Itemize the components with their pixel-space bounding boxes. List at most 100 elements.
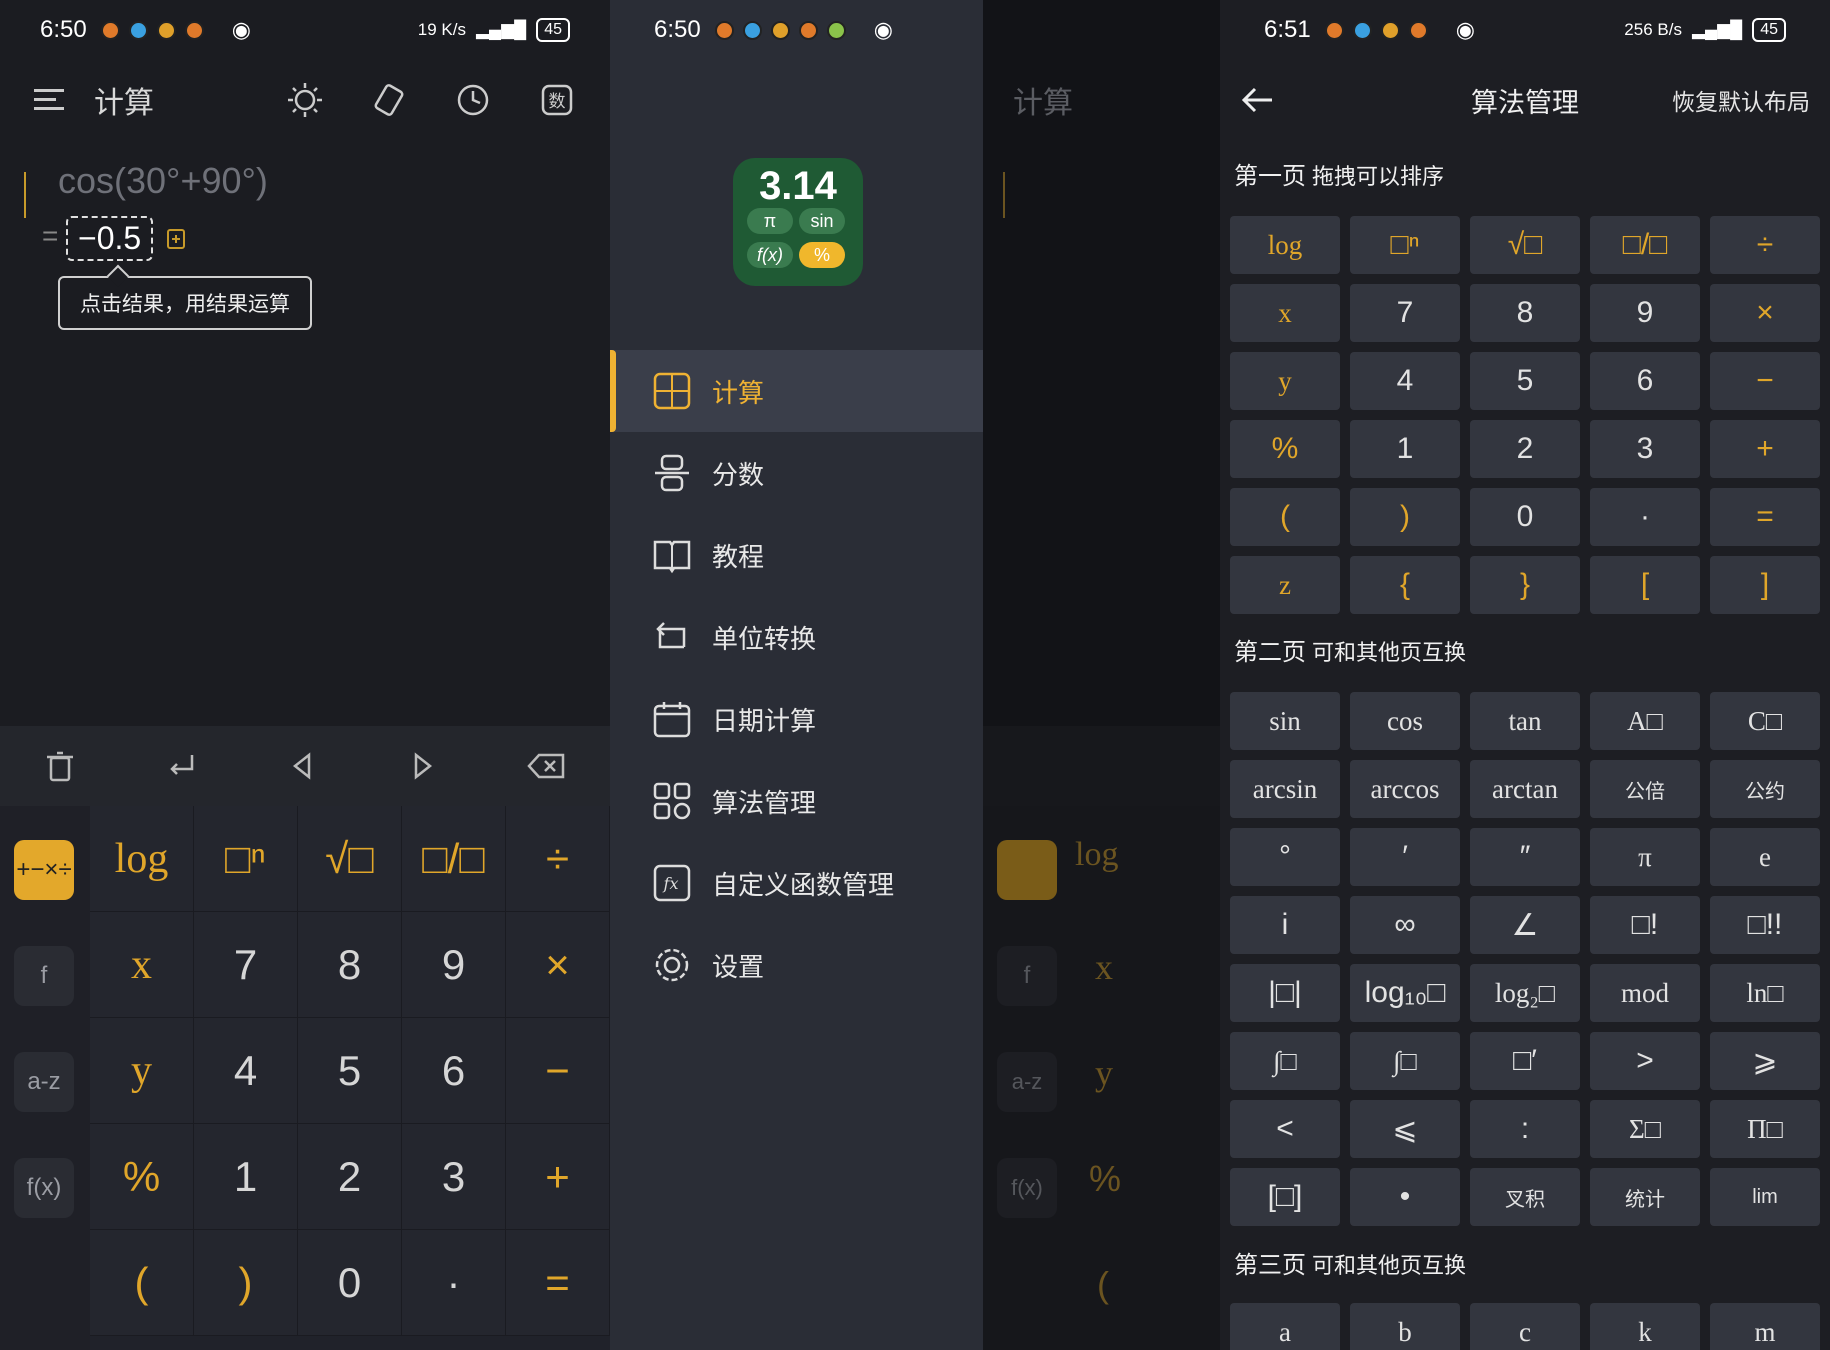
page1-key[interactable]: ] [1710, 556, 1820, 614]
page3-key[interactable]: c [1470, 1303, 1580, 1350]
page2-key[interactable]: log₁₀□ [1350, 964, 1460, 1022]
key-power[interactable]: □ⁿ [194, 806, 298, 912]
key-4[interactable]: 4 [194, 1018, 298, 1124]
history-clock-icon[interactable] [454, 81, 492, 119]
page1-key[interactable]: z [1230, 556, 1340, 614]
page2-key[interactable]: ⩾ [1710, 1032, 1820, 1090]
trash-icon[interactable] [43, 749, 77, 783]
page2-key[interactable]: 公倍 [1590, 760, 1700, 818]
page2-key[interactable]: ∞ [1350, 896, 1460, 954]
page2-key[interactable]: tan [1470, 692, 1580, 750]
page2-key[interactable]: π [1590, 828, 1700, 886]
result-value[interactable]: −0.5 [66, 216, 154, 261]
page2-key[interactable]: ∠ [1470, 896, 1580, 954]
page3-key[interactable]: b [1350, 1303, 1460, 1350]
page1-key[interactable]: } [1470, 556, 1580, 614]
key-2[interactable]: 2 [298, 1124, 402, 1230]
page2-key[interactable]: cos [1350, 692, 1460, 750]
page2-key[interactable]: sin [1230, 692, 1340, 750]
page1-key[interactable]: 7 [1350, 284, 1460, 342]
key-0[interactable]: 0 [298, 1230, 402, 1336]
cursor-right-icon[interactable] [406, 749, 440, 783]
page2-key[interactable]: □′ [1470, 1032, 1580, 1090]
page1-key[interactable]: 3 [1590, 420, 1700, 478]
rotate-icon[interactable] [370, 81, 408, 119]
menu-item-settings[interactable]: 设置 [610, 924, 983, 1006]
mode-letters-button[interactable]: a-z [14, 1052, 74, 1112]
page2-key[interactable]: ′ [1350, 828, 1460, 886]
page2-key[interactable]: 叉积 [1470, 1168, 1580, 1226]
menu-item-algorithm-manage[interactable]: 算法管理 [610, 760, 983, 842]
menu-item-custom-function[interactable]: fx 自定义函数管理 [610, 842, 983, 924]
key-fraction[interactable]: □/□ [402, 806, 506, 912]
page3-key[interactable]: a [1230, 1303, 1340, 1350]
page2-key[interactable]: ∫□ [1230, 1032, 1340, 1090]
theme-sun-icon[interactable] [286, 81, 324, 119]
page2-key[interactable]: Σ□ [1590, 1100, 1700, 1158]
page2-key[interactable]: ″ [1470, 828, 1580, 886]
key-sqrt[interactable]: √□ [298, 806, 402, 912]
page1-key[interactable]: √□ [1470, 216, 1580, 274]
page1-key[interactable]: = [1710, 488, 1820, 546]
page2-key[interactable]: arcsin [1230, 760, 1340, 818]
page2-key[interactable]: ° [1230, 828, 1340, 886]
drawer-scrim[interactable]: 计算 f a-z f(x) log x y % ( [983, 0, 1220, 1350]
page2-key[interactable]: > [1590, 1032, 1700, 1090]
copy-result-icon[interactable] [166, 228, 188, 255]
page1-key[interactable]: 6 [1590, 352, 1700, 410]
page1-key[interactable]: ÷ [1710, 216, 1820, 274]
page2-key[interactable]: log₂□ [1470, 964, 1580, 1022]
key-1[interactable]: 1 [194, 1124, 298, 1230]
page2-key[interactable]: : [1470, 1100, 1580, 1158]
page2-key[interactable]: < [1230, 1100, 1340, 1158]
page1-key[interactable]: − [1710, 352, 1820, 410]
menu-item-calculate[interactable]: 计算 [610, 350, 983, 432]
page2-key[interactable]: ⩽ [1350, 1100, 1460, 1158]
page1-key[interactable]: □ⁿ [1350, 216, 1460, 274]
key-y[interactable]: y [90, 1018, 194, 1124]
page1-key[interactable]: 4 [1350, 352, 1460, 410]
backspace-icon[interactable] [526, 749, 567, 783]
key-equals[interactable]: = [506, 1230, 610, 1336]
page2-key[interactable]: arccos [1350, 760, 1460, 818]
page1-key[interactable]: { [1350, 556, 1460, 614]
key-x[interactable]: x [90, 912, 194, 1018]
page1-key[interactable]: · [1590, 488, 1700, 546]
page2-key[interactable]: mod [1590, 964, 1700, 1022]
page2-key[interactable]: 公约 [1710, 760, 1820, 818]
page1-key[interactable]: 1 [1350, 420, 1460, 478]
page2-key[interactable]: Π□ [1710, 1100, 1820, 1158]
page2-key[interactable]: C□ [1710, 692, 1820, 750]
page1-key[interactable]: + [1710, 420, 1820, 478]
page1-key[interactable]: 0 [1470, 488, 1580, 546]
page2-key[interactable]: □!! [1710, 896, 1820, 954]
cursor-left-icon[interactable] [285, 749, 319, 783]
key-percent[interactable]: % [90, 1124, 194, 1230]
key-divide[interactable]: ÷ [506, 806, 610, 912]
menu-item-date-calc[interactable]: 日期计算 [610, 678, 983, 760]
mode-basic-button[interactable]: +−×÷ [14, 840, 74, 900]
key-3[interactable]: 3 [402, 1124, 506, 1230]
menu-item-tutorial[interactable]: 教程 [610, 514, 983, 596]
page2-key[interactable]: [□] [1230, 1168, 1340, 1226]
key-open-paren[interactable]: ( [90, 1230, 194, 1336]
expression-display[interactable]: cos(30°+90°) [58, 160, 268, 202]
page1-key[interactable]: y [1230, 352, 1340, 410]
page1-key[interactable]: ) [1350, 488, 1460, 546]
key-log[interactable]: log [90, 806, 194, 912]
page1-key[interactable]: □/□ [1590, 216, 1700, 274]
page1-key[interactable]: [ [1590, 556, 1700, 614]
key-8[interactable]: 8 [298, 912, 402, 1018]
page1-key[interactable]: 8 [1470, 284, 1580, 342]
key-9[interactable]: 9 [402, 912, 506, 1018]
key-5[interactable]: 5 [298, 1018, 402, 1124]
key-multiply[interactable]: × [506, 912, 610, 1018]
key-6[interactable]: 6 [402, 1018, 506, 1124]
page1-key[interactable]: log [1230, 216, 1340, 274]
key-decimal[interactable]: · [402, 1230, 506, 1336]
page2-key[interactable]: i [1230, 896, 1340, 954]
page1-key[interactable]: 2 [1470, 420, 1580, 478]
enter-newline-icon[interactable] [164, 749, 198, 783]
mode-custom-function-button[interactable]: f(x) [14, 1158, 74, 1218]
page2-key[interactable]: A□ [1590, 692, 1700, 750]
